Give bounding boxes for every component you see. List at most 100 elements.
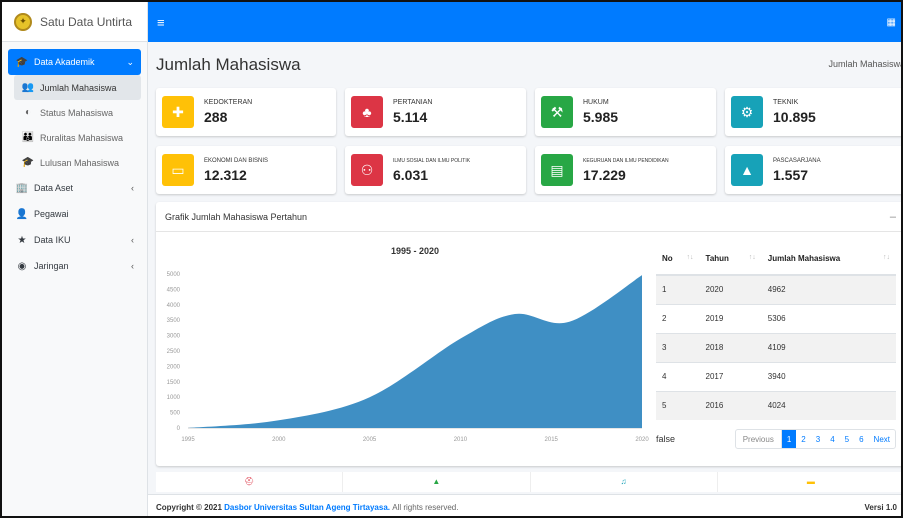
stat-box-hukum: ⚒ HUKUM 5.985 — [535, 88, 716, 136]
brand-link[interactable]: ✦ Satu Data Untirta — [2, 2, 147, 42]
main-content: Jumlah Mahasiswa Jumlah Mahasiswa ✚ KEDO… — [148, 42, 901, 516]
col-header-jumlah[interactable]: Jumlah Mahasiswa ↑↓ — [761, 242, 896, 276]
page-5-button[interactable]: 5 — [840, 430, 854, 448]
table-row: 4 2017 3940 — [656, 361, 896, 391]
collapse-button[interactable]: – — [890, 211, 896, 223]
next-button[interactable]: Next — [869, 430, 895, 448]
sidebar-item-label: Data Akademik — [34, 57, 95, 67]
stat-value: 5.114 — [393, 109, 428, 125]
sidebar: ✦ Satu Data Untirta 🎓 Data Akademik ⌄ 👥 … — [2, 2, 148, 516]
sort-icon: ↑↓ — [748, 253, 756, 261]
sidebar-item-jaringan[interactable]: ◉ Jaringan ‹ — [8, 253, 141, 279]
users-icon: 👥 — [21, 82, 35, 93]
cell: 2017 — [699, 361, 762, 391]
sidebar-item-label: Pegawai — [34, 209, 69, 219]
cell: 4109 — [761, 332, 896, 362]
footer-link[interactable]: Dasbor Universitas Sultan Ageng Tirtayas… — [224, 503, 390, 512]
sidebar-item-ruralitas-mahasiswa[interactable]: 👪 Ruralitas Mahasiswa — [14, 125, 141, 150]
cell: 2020 — [699, 274, 762, 304]
rights-text: All rights reserved. — [392, 503, 459, 512]
sidebar-item-data-akademik[interactable]: 🎓 Data Akademik ⌄ — [8, 49, 141, 75]
cap-icon: 🎓 — [21, 157, 35, 168]
page-6-button[interactable]: 6 — [854, 430, 868, 448]
table-row: 3 2018 4109 — [656, 332, 896, 362]
grid-icon[interactable]: ▦ — [887, 17, 896, 28]
university-logo-icon: ✦ — [14, 12, 32, 31]
chevron-left-icon: ‹ — [131, 235, 134, 245]
sidebar-item-data-aset[interactable]: 🏢 Data Aset ‹ — [8, 175, 141, 201]
tree-icon: ♣ — [351, 96, 383, 128]
card-title: Grafik Jumlah Mahasiswa Pertahun — [165, 211, 308, 222]
sidebar-submenu: 👥 Jumlah Mahasiswa ◐ Status Mahasiswa 👪 … — [8, 75, 141, 175]
stat-value: 6.031 — [393, 166, 429, 183]
pagination: Previous 1 2 3 4 5 6 Next — [734, 429, 896, 449]
cell: 4962 — [761, 274, 896, 304]
x-tick-label: 2000 — [272, 437, 286, 443]
stat-label: KEGURUAN DAN ILMU PENDIDIKAN — [583, 157, 669, 164]
star-icon: ★ — [17, 234, 27, 246]
page-2-button[interactable]: 2 — [796, 430, 810, 448]
gavel-icon: ⚒ — [541, 96, 573, 128]
y-tick-label: 5000 — [167, 272, 181, 278]
sort-icon: ↑↓ — [883, 253, 890, 261]
stat-box-teknik: ⚙ TEKNIK 10.895 — [725, 88, 901, 136]
previous-button[interactable]: Previous — [736, 430, 782, 448]
sidebar-item-data-iku[interactable]: ★ Data IKU ‹ — [8, 227, 141, 253]
y-tick-label: 1000 — [167, 395, 181, 401]
toggle-icon: ◐ — [24, 107, 32, 118]
sidebar-item-pegawai[interactable]: 👤 Pegawai — [8, 201, 141, 227]
table-row: 2 2019 5306 — [656, 303, 896, 333]
stat-label: PERTANIAN — [393, 99, 433, 106]
col-header-tahun[interactable]: Tahun ↑↓ — [699, 242, 762, 276]
footer: Copyright © 2021 Dasbor Universitas Sult… — [148, 494, 901, 516]
cogs-icon: ⚙ — [731, 96, 763, 128]
stat-box-pertanian: ♣ PERTANIAN 5.114 — [345, 88, 526, 136]
chart-svg: 1995 - 2020 0 500 1000 1500 2000 2500 3000 3500 4… — [167, 246, 650, 443]
cell: 5306 — [761, 303, 896, 333]
cell: 1 — [656, 274, 700, 304]
page-3-button[interactable]: 3 — [811, 430, 825, 448]
page-4-button[interactable]: 4 — [825, 430, 839, 448]
money-icon: ▭ — [162, 154, 194, 186]
y-tick-label: 3500 — [167, 318, 181, 324]
stat-label: TEKNIK — [773, 99, 799, 106]
book-icon: ▤ — [541, 154, 573, 186]
network-icon: ◉ — [17, 260, 27, 272]
cell: 2019 — [699, 303, 762, 333]
sidebar-item-status-mahasiswa[interactable]: ◐ Status Mahasiswa — [14, 100, 141, 125]
stat-label: PASCASARJANA — [773, 157, 821, 164]
icon-strip: ⛑ ▲ ♫ ▬ — [156, 472, 901, 492]
sidebar-item-label: Ruralitas Mahasiswa — [40, 132, 124, 143]
book-icon: ▬ — [718, 472, 901, 492]
breadcrumb[interactable]: Jumlah Mahasiswa — [828, 59, 901, 69]
page-1-button[interactable]: 1 — [781, 430, 797, 448]
stat-box-ekonomi-bisnis: ▭ EKONOMI DAN BISNIS 12.312 — [156, 146, 336, 194]
stat-value: 288 — [204, 109, 228, 125]
music-icon: ♫ — [531, 472, 718, 492]
copyright-text: Copyright © 2021 — [156, 503, 222, 512]
x-tick-label: 2015 — [545, 437, 559, 443]
card-header: Grafik Jumlah Mahasiswa Pertahun – — [156, 202, 901, 232]
y-tick-label: 2000 — [167, 364, 181, 370]
sidebar-item-lulusan-mahasiswa[interactable]: 🎓 Lulusan Mahasiswa — [14, 150, 141, 175]
graduation-icon: 🎓 — [15, 56, 29, 68]
cap-icon: ▲ — [343, 472, 531, 492]
chart-title: 1995 - 2020 — [391, 246, 439, 256]
version-text: Versi 1.0 — [864, 503, 897, 512]
col-header-no[interactable]: No ↑↓ — [656, 242, 700, 276]
sidebar-nav: 🎓 Data Akademik ⌄ 👥 Jumlah Mahasiswa ◐ S… — [2, 42, 147, 286]
medkit-icon: ⛑ — [156, 472, 344, 492]
table-footer: false Previous 1 2 3 4 5 6 Next — [656, 429, 896, 449]
y-tick-label: 4500 — [167, 287, 181, 293]
sort-asc-icon: ↑↓ — [686, 253, 694, 261]
page-title: Jumlah Mahasiswa — [156, 55, 301, 74]
x-tick-label: 2020 — [635, 437, 649, 443]
x-tick-label: 2005 — [363, 437, 377, 443]
hamburger-icon[interactable]: ≡ — [157, 15, 165, 30]
stat-label: ILMU SOSIAL DAN ILMU POLITIK — [393, 157, 471, 164]
stat-value: 17.229 — [583, 166, 626, 183]
sidebar-item-jumlah-mahasiswa[interactable]: 👥 Jumlah Mahasiswa — [14, 75, 141, 100]
chevron-down-icon: ⌄ — [126, 56, 134, 67]
sidebar-item-label: Data IKU — [34, 235, 71, 245]
stat-box-isip: ⚇ ILMU SOSIAL DAN ILMU POLITIK 6.031 — [345, 146, 526, 194]
